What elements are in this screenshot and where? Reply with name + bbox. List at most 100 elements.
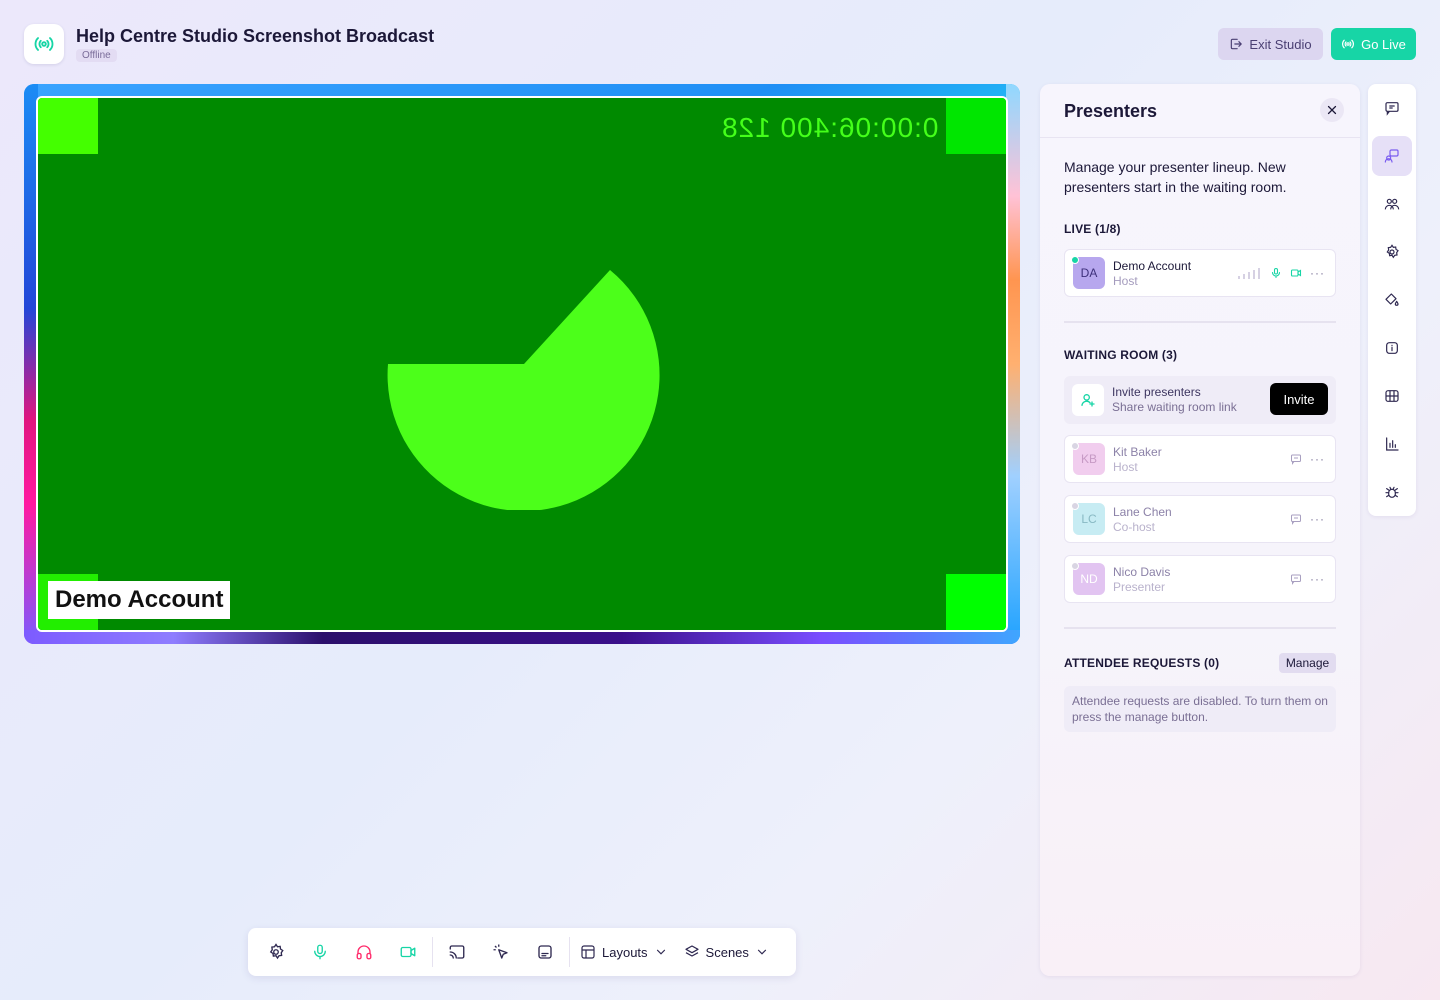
chat-icon (1384, 100, 1400, 116)
chat-icon[interactable] (1290, 573, 1302, 585)
rail-chat-button[interactable] (1372, 88, 1412, 128)
offline-dot (1071, 562, 1079, 570)
layouts-dropdown[interactable]: Layouts (572, 934, 676, 970)
more-options-button[interactable]: ··· (1310, 572, 1325, 586)
corner-marker (946, 574, 1006, 630)
page-title: Help Centre Studio Screenshot Broadcast (76, 26, 435, 46)
test-pattern-graphic (386, 260, 666, 510)
headphones-icon (355, 943, 373, 961)
panel-title: Presenters (1064, 101, 1158, 121)
microphone-button[interactable] (298, 934, 342, 970)
captions-button[interactable] (523, 934, 567, 970)
debug-icon (1384, 484, 1400, 500)
corner-marker (946, 98, 1006, 154)
close-panel-button[interactable] (1320, 98, 1344, 122)
presenter-name-tag: Demo Account (48, 581, 231, 619)
presenters-icon (1384, 148, 1400, 164)
corner-marker (38, 98, 98, 154)
rail-media-button[interactable] (1372, 376, 1412, 416)
go-live-button[interactable]: Go Live (1331, 28, 1416, 60)
section-divider (1064, 627, 1336, 629)
chat-icon[interactable] (1290, 513, 1302, 525)
presenter-controls: ··· (1290, 572, 1325, 586)
rail-people-button[interactable] (1372, 184, 1412, 224)
invite-subtitle: Share waiting room link (1112, 400, 1237, 414)
live-presenter-card[interactable]: DA Demo Account Host ··· (1064, 249, 1336, 297)
panel-description: Manage your presenter lineup. New presen… (1064, 159, 1287, 195)
cast-button[interactable] (435, 934, 479, 970)
more-options-button[interactable]: ··· (1310, 512, 1325, 526)
waiting-room-heading: WAITING ROOM (3) (1064, 348, 1178, 362)
people-icon (1384, 196, 1400, 212)
presenter-controls: ··· (1290, 452, 1325, 466)
presenters-panel: Presenters Manage your presenter lineup.… (1040, 84, 1360, 976)
scenes-label: Scenes (705, 944, 749, 960)
stage-border-bottom (24, 630, 1020, 644)
camera-icon[interactable] (1290, 267, 1302, 279)
offline-dot (1071, 442, 1079, 450)
presenter-role: Co-host (1113, 520, 1156, 534)
rail-presenters-button[interactable] (1372, 136, 1412, 176)
presenter-role: Presenter (1113, 580, 1166, 594)
online-dot (1071, 256, 1079, 264)
offline-dot (1071, 502, 1079, 510)
layouts-label: Layouts (602, 944, 648, 960)
chevron-down-icon (755, 945, 769, 959)
rail-debug-button[interactable] (1372, 472, 1412, 512)
attendee-requests-heading: ATTENDEE REQUESTS (0) (1064, 656, 1220, 670)
rail-settings-button[interactable] (1372, 232, 1412, 272)
app-logo (24, 24, 64, 64)
microphone-icon[interactable] (1270, 267, 1282, 279)
presenter-controls: ··· (1238, 266, 1325, 280)
layout-icon (580, 944, 596, 960)
presenter-name: Demo Account (1113, 259, 1192, 273)
status-badge: Offline (76, 49, 117, 62)
more-options-button[interactable]: ··· (1310, 266, 1325, 280)
toolbar-divider (432, 937, 433, 967)
rail-analytics-button[interactable] (1372, 424, 1412, 464)
go-live-label: Go Live (1361, 36, 1406, 52)
invite-title: Invite presenters (1112, 385, 1201, 399)
waiting-presenter-card[interactable]: KB Kit Baker Host ··· (1064, 435, 1336, 483)
panel-header: Presenters (1040, 84, 1360, 138)
add-user-icon (1072, 384, 1104, 416)
waiting-presenter-card[interactable]: ND Nico Davis Presenter ··· (1064, 555, 1336, 603)
pointer-button[interactable] (479, 934, 523, 970)
stage-video[interactable]: 0:00:06:400 128 Demo Account (36, 96, 1008, 632)
presenter-role: Host (1113, 274, 1138, 288)
cast-icon (448, 943, 466, 961)
camera-button[interactable] (386, 934, 430, 970)
pointer-icon (492, 943, 510, 961)
captions-icon (536, 943, 554, 961)
rail-info-button[interactable] (1372, 328, 1412, 368)
side-rail (1368, 84, 1416, 516)
live-heading: LIVE (1/8) (1064, 222, 1121, 236)
manage-button[interactable]: Manage (1279, 653, 1336, 673)
broadcast-icon (1341, 37, 1355, 51)
section-divider (1064, 321, 1336, 323)
presenter-controls: ··· (1290, 512, 1325, 526)
chat-icon[interactable] (1290, 453, 1302, 465)
exit-icon (1229, 37, 1243, 51)
brand-icon (1384, 292, 1400, 308)
headphones-button[interactable] (342, 934, 386, 970)
toolbar-divider (569, 937, 570, 967)
scenes-dropdown[interactable]: Scenes (676, 934, 777, 970)
media-icon (1384, 388, 1400, 404)
exit-studio-button[interactable]: Exit Studio (1218, 28, 1323, 60)
close-icon (1326, 104, 1338, 116)
settings-icon (267, 943, 285, 961)
waiting-presenter-card[interactable]: LC Lane Chen Co-host ··· (1064, 495, 1336, 543)
attendee-requests-note: Attendee requests are disabled. To turn … (1064, 686, 1336, 732)
chevron-down-icon (654, 945, 668, 959)
presenter-name: Nico Davis (1113, 565, 1171, 579)
rail-brand-button[interactable] (1372, 280, 1412, 320)
invite-button[interactable]: Invite (1270, 383, 1328, 415)
microphone-icon (311, 943, 329, 961)
settings-button[interactable] (254, 934, 298, 970)
broadcast-icon (33, 33, 55, 55)
more-options-button[interactable]: ··· (1310, 452, 1325, 466)
stage-border-right (1006, 84, 1020, 644)
presenter-name: Lane Chen (1113, 505, 1172, 519)
bottom-toolbar: Layouts Scenes (248, 928, 796, 976)
